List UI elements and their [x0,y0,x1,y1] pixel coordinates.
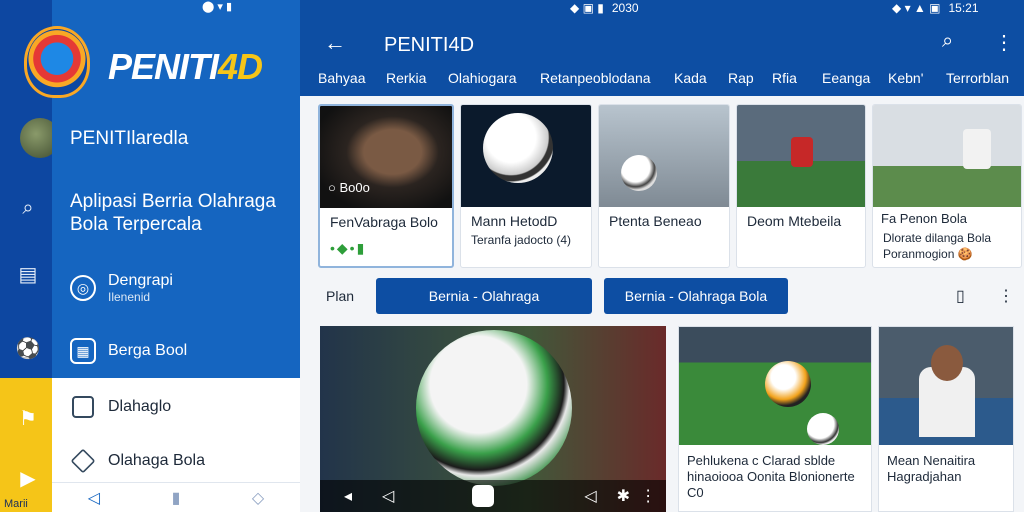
globe-icon: ◎ [70,275,96,301]
tab-eeanga[interactable]: Eeanga [822,70,870,86]
card-image [599,105,729,207]
app-title: PENITI4D [384,34,475,56]
rail-accent [0,378,52,512]
status-bar-middle: ◆ ▣ ▮ 2030 [570,1,639,15]
news-card[interactable]: Deom Mtebeila [736,104,866,268]
tab-kebn[interactable]: Kebn' [888,70,923,86]
tab-olahiogara[interactable]: Olahiogara [448,70,517,86]
news-card[interactable]: Mann HetodD Teranfa jadocto (4) [460,104,592,268]
drawer-item-dengrapi[interactable]: ◎ Dengrapi Ilenenid [70,272,173,304]
app-logo [24,26,90,98]
grid-icon: ▦ [70,338,96,364]
status-bar-right: ◆ ▾ ▲ ▣ 15:21 [892,1,979,15]
document-icon [72,396,94,418]
search-icon[interactable]: ⌕ [942,30,953,53]
tab-retanpeoblodana[interactable]: Retanpeoblodana [540,70,651,86]
more-vert-icon[interactable]: ⋮ [640,486,656,506]
ball-icon[interactable]: ⚽ [16,336,41,360]
tab-bahyaa[interactable]: Bahyaa [318,70,365,86]
category-tabs: Bahyaa Rerkia Olahiogara Retanpeoblodana… [300,70,1024,90]
drawer-item-dlahaglo[interactable]: Dlahaglo [72,396,171,418]
video-player[interactable]: ◂ ◁ ◁ ✱ ⋮ [320,326,666,512]
tab-kada[interactable]: Kada [674,70,707,86]
card-subtitle: Poranmogion 🍪 [883,247,973,261]
news-card[interactable]: ○ Bo0o FenVabraga Bolo •◆•▮ [318,104,454,268]
stop-icon[interactable] [472,485,495,507]
news-card[interactable]: Fa Penon Bola Dlorate dilanga Bola Poran… [872,104,1022,268]
card-overlay-text: Fa Penon Bola [881,211,968,226]
search-icon[interactable]: ⌕ [16,196,40,220]
filter-chip[interactable]: Bernia - Olahraga Bola [604,278,788,314]
settings-icon[interactable]: ✱ [617,486,630,506]
play-icon[interactable]: ▶ [16,466,40,490]
clipboard-icon[interactable]: ▤ [16,262,40,286]
card-title: FenVabraga Bolo [330,214,438,230]
prev-icon[interactable]: ◁ [382,486,394,506]
card-image [679,327,871,445]
news-card[interactable]: Mean Nenaitira Hagradjahan [878,326,1014,512]
rail-label: Marii [4,498,28,510]
card-title: Dlorate dilanga Bola [883,231,992,245]
card-image [461,105,591,207]
drawer-item-berga-bool[interactable]: ▦ Berga Bool [70,338,187,364]
drawer-subtitle: Aplipasi Berria Olahraga Bola Terpercala [70,191,276,235]
card-title: Deom Mtebeila [747,213,842,229]
main-content: ◆ ▣ ▮ 2030 ◆ ▾ ▲ ▣ 15:21 ← PENITI4D ⌕ ⋮ Ba… [300,0,1024,512]
view-toggle-icon[interactable]: ▯ [956,286,965,306]
nav-home-icon[interactable]: ▮ [172,488,181,508]
nav-back-icon[interactable]: ◁ [88,488,100,508]
filter-label: Plan [326,288,355,304]
card-title: Mean Nenaitira Hagradjahan [887,453,976,484]
card-tags: •◆•▮ [330,240,367,256]
app-bar: ◆ ▣ ▮ 2030 ◆ ▾ ▲ ▣ 15:21 ← PENITI4D ⌕ ⋮ Ba… [300,0,1024,96]
tab-rerkia[interactable]: Rerkia [386,70,426,86]
card-subtitle: Teranfa jadocto (4) [471,233,572,247]
more-vert-icon[interactable]: ⋮ [998,286,1014,306]
drawer-light-section: Dlahaglo Olahaga Bola ◁ ▮ ◇ [52,378,300,512]
back-arrow-icon[interactable]: ← [324,30,346,56]
flag-icon[interactable]: ⚑ [16,406,40,430]
tag-icon [70,448,96,474]
card-title: Pehlukena c Clarad sblde hinaoiooa Oonit… [687,453,855,500]
card-image [737,105,865,207]
card-image [879,327,1013,445]
nav-recents-icon[interactable]: ◇ [252,488,264,508]
filter-chip[interactable]: Bernia - Olahraga [376,278,592,314]
brand-title: PENITI4D [108,46,263,87]
news-card[interactable]: Ptenta Beneao [598,104,730,268]
card-title: Ptenta Beneao [609,213,702,229]
drawer-item-olahaga-bola[interactable]: Olahaga Bola [70,448,205,474]
drawer-title: PENITIlaredla [70,128,189,149]
navigation-drawer: ⬤ ▾ ▮ PENITI4D PENITIlaredla Aplipasi Be… [24,0,300,512]
card-title: Mann HetodD [471,213,558,229]
next-icon[interactable]: ◁ [584,486,596,506]
card-overlay-text: ○ Bo0o [328,180,370,195]
system-nav-bar: ◁ ▮ ◇ [52,482,300,512]
tab-terrorblan[interactable]: Terrorblan [946,70,1009,86]
news-card[interactable]: Pehlukena c Clarad sblde hinaoiooa Oonit… [678,326,872,512]
more-vert-icon[interactable]: ⋮ [994,30,1014,55]
drawer-status-bar: ⬤ ▾ ▮ [202,1,232,13]
video-controls: ◂ ◁ ◁ ✱ ⋮ [320,480,666,512]
tab-rfia[interactable]: Rfia [772,70,797,86]
tab-rap[interactable]: Rap [728,70,754,86]
card-image [873,105,1021,207]
volume-icon[interactable]: ◂ [344,486,352,506]
